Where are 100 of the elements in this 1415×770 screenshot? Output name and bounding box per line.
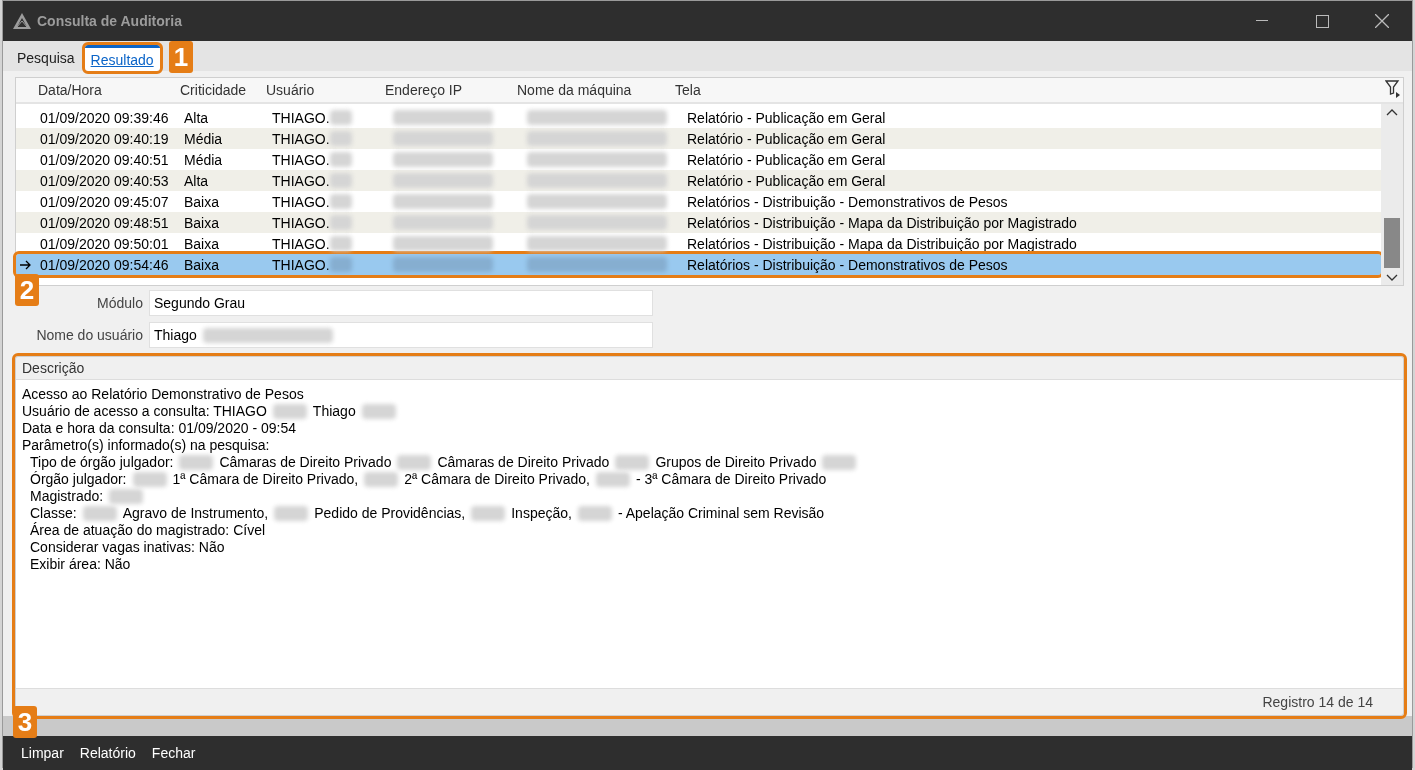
text-field[interactable]: Thiago (149, 322, 653, 348)
scroll-up-icon[interactable] (1386, 108, 1398, 118)
table-row[interactable]: 01/09/2020 09:50:01 Baixa THIAGO. Relatórios - Distribuição - Mapa da Distribuição por Magistrado (16, 233, 1381, 254)
description-text: Classe: (30, 505, 77, 522)
description-text: Data e hora da consulta: 01/09/2020 - 09:54 (22, 420, 296, 437)
description-text: Considerar vagas inativas: Não (30, 539, 225, 556)
description-text: Thiago (312, 403, 356, 420)
table-cell: Relatórios - Distribuição - Mapa da Distribuição por Magistrado (687, 235, 1077, 252)
table-row[interactable]: 01/09/2020 09:39:46 Alta THIAGO. Relatório - Publicação em Geral (16, 107, 1381, 128)
table-cell: 01/09/2020 09:40:53 (40, 172, 169, 189)
table-cell: Média (184, 151, 223, 168)
table-cell: Baixa (184, 193, 220, 210)
filter-icon[interactable] (1385, 80, 1401, 98)
redaction-blur (397, 455, 432, 470)
table-row[interactable]: 01/09/2020 09:40:51 Média THIAGO. Relatório - Publicação em Geral (16, 149, 1381, 170)
record-counter: Registro 14 de 14 (1262, 694, 1373, 710)
minimize-icon[interactable] (1256, 20, 1268, 22)
maximize-icon[interactable] (1315, 14, 1329, 28)
table-cell: Relatório - Publicação em Geral (687, 172, 886, 189)
table-cell: Baixa (184, 235, 220, 252)
column-header[interactable]: Usuário (266, 82, 315, 98)
description-text-area[interactable] (16, 380, 1403, 688)
field-label: Módulo (96, 295, 144, 311)
app-logo-icon (13, 13, 31, 29)
table-row[interactable]: 01/09/2020 09:40:53 Alta THIAGO. Relatório - Publicação em Geral (16, 170, 1381, 191)
scrollbar[interactable] (1381, 104, 1403, 285)
table-cell: 01/09/2020 09:48:51 (40, 214, 169, 231)
table-cell: THIAGO. (272, 109, 330, 126)
description-label: Descrição (22, 360, 85, 376)
table-cell: 01/09/2020 09:45:07 (40, 193, 169, 210)
table-cell: THIAGO. (272, 193, 330, 210)
scrollbar-thumb[interactable] (1384, 218, 1400, 268)
tab[interactable]: Resultado (84, 45, 160, 71)
table-row[interactable]: 01/09/2020 09:48:51 Baixa THIAGO. Relatórios - Distribuição - Mapa da Distribuição por Magistrado (16, 212, 1381, 233)
table-cell: 01/09/2020 09:40:19 (40, 130, 169, 147)
description-text: Câmaras de Direito Privado (437, 454, 610, 471)
table-cell: THIAGO. (272, 130, 330, 147)
description-text: Magistrado: (30, 488, 104, 505)
table-cell: 01/09/2020 09:50:01 (40, 235, 169, 252)
redaction-blur (329, 215, 352, 230)
redaction-blur (109, 489, 144, 504)
redaction-blur (595, 472, 630, 487)
redaction-blur (329, 173, 352, 188)
description-text: Câmaras de Direito Privado (219, 454, 392, 471)
table-row[interactable]: 01/09/2020 09:54:46 Baixa THIAGO. Relatórios - Distribuição - Demonstrativos de Pesos (16, 254, 1381, 275)
table-cell: Baixa (184, 256, 220, 273)
redaction-blur (274, 506, 309, 521)
description-text: 2ª Câmara de Direito Privado, (404, 471, 590, 488)
description-text: Inspeção, (511, 505, 572, 522)
toolbar-button[interactable]: Limpar (15, 741, 70, 765)
table-cell: 01/09/2020 09:39:46 (40, 109, 169, 126)
table-cell: THIAGO. (272, 214, 330, 231)
description-text: Usuário de acesso a consulta: THIAGO (22, 403, 267, 420)
description-text: Acesso ao Relatório Demonstrativo de Pesos (22, 386, 304, 403)
redaction-blur (82, 506, 117, 521)
redaction-blur (329, 194, 352, 209)
table-cell: Alta (184, 172, 209, 189)
tab[interactable]: Pesquisa (11, 45, 81, 71)
redaction-blur (272, 404, 307, 419)
column-header[interactable]: Nome da máquina (517, 82, 632, 98)
column-header[interactable]: Data/Hora (38, 82, 102, 98)
table-cell: 01/09/2020 09:54:46 (40, 256, 169, 273)
description-text: - 3ª Câmara de Direito Privado (635, 471, 827, 488)
table-cell: Relatório - Publicação em Geral (687, 151, 886, 168)
redaction-blur (329, 110, 352, 125)
table-cell: THIAGO. (272, 172, 330, 189)
column-header[interactable]: Endereço IP (385, 82, 463, 98)
description-text: 1ª Câmara de Direito Privado, (172, 471, 359, 488)
scroll-down-icon[interactable] (1386, 272, 1398, 282)
table-cell: Relatórios - Distribuição - Demonstrativos de Pesos (687, 256, 1008, 273)
description-text: Tipo de órgão julgador: (30, 454, 174, 471)
table-cell: Relatório - Publicação em Geral (687, 109, 886, 126)
table-row[interactable]: 01/09/2020 09:45:07 Baixa THIAGO. Relatórios - Distribuição - Demonstrativos de Pesos (16, 191, 1381, 212)
redaction-blur (329, 257, 352, 272)
column-header[interactable]: Criticidade (180, 82, 247, 98)
table-cell: Relatórios - Distribuição - Mapa da Distribuição por Magistrado (687, 214, 1077, 231)
redaction-blur (615, 455, 650, 470)
redaction-blur (329, 152, 352, 167)
field-label: Nome do usuário (35, 327, 144, 343)
table-cell: Relatórios - Distribuição - Demonstrativos de Pesos (687, 193, 1008, 210)
toolbar-button[interactable]: Relatório (73, 741, 142, 765)
toolbar-button[interactable]: Fechar (145, 741, 202, 765)
redaction-blur (471, 506, 506, 521)
description-text: Pedido de Providências, (314, 505, 466, 522)
description-text: Órgão julgador: (30, 471, 127, 488)
text-field[interactable]: Segundo Grau (149, 290, 653, 316)
redaction-blur (132, 472, 167, 487)
description-text: Exibir área: Não (30, 556, 131, 573)
table-cell: Alta (184, 109, 209, 126)
callout-badge: 1 (169, 41, 193, 73)
description-text: Parâmetro(s) informado(s) na pesquisa: (22, 437, 270, 454)
table-cell: 01/09/2020 09:40:51 (40, 151, 169, 168)
close-icon[interactable] (1375, 14, 1389, 28)
description-text: - Apelação Criminal sem Revisão (617, 505, 825, 522)
column-header[interactable]: Tela (675, 82, 701, 98)
current-row-arrow-icon (20, 259, 32, 270)
description-text: Área de atuação do magistrado: Cível (30, 522, 266, 539)
redaction-blur (822, 455, 857, 470)
redaction-blur (577, 506, 612, 521)
table-row[interactable]: 01/09/2020 09:40:19 Média THIAGO. Relatório - Publicação em Geral (16, 128, 1381, 149)
